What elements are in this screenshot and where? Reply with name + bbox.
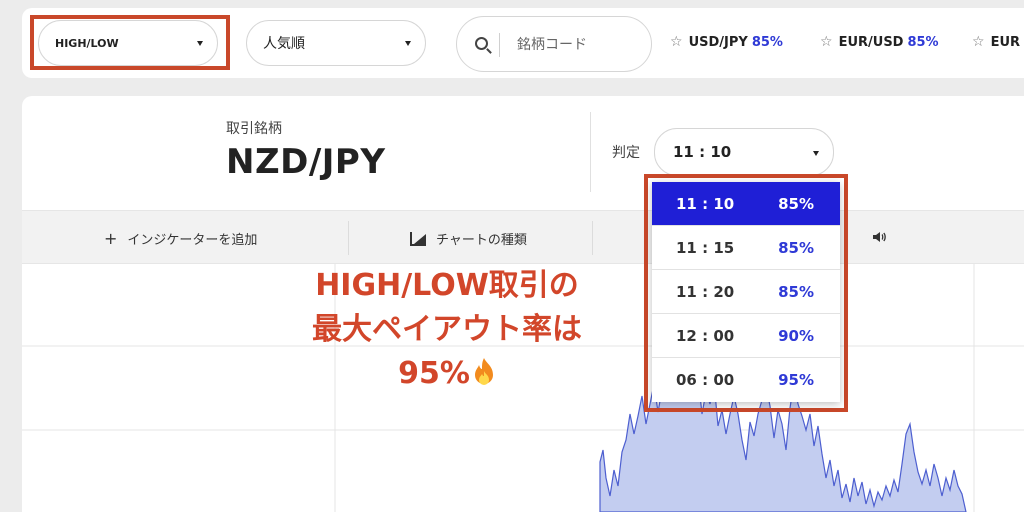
- expiry-option[interactable]: 11 : 15 85%: [652, 226, 840, 270]
- favorite-pair: EUR: [990, 34, 1021, 50]
- chevron-down-icon: [405, 41, 411, 46]
- add-indicator-button[interactable]: + インジケーターを追加: [104, 229, 257, 248]
- expiry-option-payout: 95%: [778, 371, 814, 389]
- expiry-option[interactable]: 06 : 00 95%: [652, 358, 840, 402]
- chart-toolbar: + インジケーターを追加 チャートの種類: [22, 210, 1024, 264]
- expiry-dropdown-highlight: 11 : 10 85% 11 : 15 85% 11 : 20 85% 12 :…: [644, 174, 848, 412]
- header-divider: [590, 112, 591, 192]
- area-chart-icon: [410, 231, 426, 246]
- expiry-option[interactable]: 12 : 00 90%: [652, 314, 840, 358]
- star-icon[interactable]: ☆: [670, 34, 683, 50]
- expiry-option-time: 06 : 00: [676, 371, 735, 389]
- fire-icon: [474, 358, 493, 385]
- toolbar-divider: [348, 221, 349, 255]
- search-input[interactable]: [517, 33, 637, 57]
- search-box[interactable]: [456, 16, 652, 72]
- expiry-dropdown: 11 : 10 85% 11 : 15 85% 11 : 20 85% 12 :…: [652, 182, 840, 402]
- search-divider: [499, 33, 500, 57]
- promo-text: HIGH/LOW取引の 最大ペイアウト率は 95%: [282, 264, 612, 396]
- favorite-eur[interactable]: ☆ EUR: [972, 34, 1020, 50]
- sort-select[interactable]: 人気順: [246, 20, 426, 66]
- favorite-pair: USD/JPY: [688, 34, 748, 50]
- chevron-down-icon: [813, 151, 819, 156]
- promo-line-3: 95%: [398, 356, 470, 391]
- expiry-option[interactable]: 11 : 10 85%: [652, 182, 840, 226]
- expiry-option-payout: 85%: [778, 238, 814, 257]
- speaker-icon[interactable]: [872, 230, 886, 244]
- promo-line-1: HIGH/LOW取引の: [315, 268, 579, 303]
- expiry-option-payout: 85%: [778, 194, 814, 213]
- sort-value: 人気順: [263, 36, 305, 52]
- expiry-select[interactable]: 11 : 10: [654, 128, 834, 176]
- plus-icon: +: [104, 229, 118, 248]
- expiry-option-time: 11 : 15: [676, 238, 735, 257]
- promo-line-3-wrap: 95%: [282, 352, 612, 396]
- search-icon: [475, 37, 488, 50]
- asset-label: 取引銘柄: [226, 121, 282, 137]
- expiry-option[interactable]: 11 : 20 85%: [652, 270, 840, 314]
- toolbar-divider: [592, 221, 593, 255]
- asset-name: NZD/JPY: [226, 142, 386, 182]
- star-icon[interactable]: ☆: [972, 34, 985, 50]
- expiry-value: 11 : 10: [673, 143, 732, 161]
- favorite-payout: 85%: [907, 34, 939, 50]
- expiry-option-payout: 85%: [778, 282, 814, 301]
- add-indicator-label: インジケーターを追加: [127, 233, 258, 248]
- promo-line-2: 最大ペイアウト率は: [312, 312, 582, 347]
- favorite-eurusd[interactable]: ☆ EUR/USD 85%: [820, 34, 939, 50]
- star-icon[interactable]: ☆: [820, 34, 833, 50]
- expiry-option-time: 12 : 00: [676, 326, 735, 345]
- favorite-usdjpy[interactable]: ☆ USD/JPY 85%: [670, 34, 783, 50]
- expiry-option-time: 11 : 20: [676, 282, 735, 301]
- favorite-payout: 85%: [751, 34, 783, 50]
- trade-type-highlight: [30, 15, 230, 70]
- favorite-pair: EUR/USD: [838, 34, 904, 50]
- expiry-label: 判定: [612, 145, 640, 161]
- chart-type-label: チャートの種類: [436, 233, 527, 248]
- chart-type-button[interactable]: チャートの種類: [410, 229, 527, 248]
- expiry-option-time: 11 : 10: [676, 194, 735, 213]
- expiry-option-payout: 90%: [778, 326, 814, 345]
